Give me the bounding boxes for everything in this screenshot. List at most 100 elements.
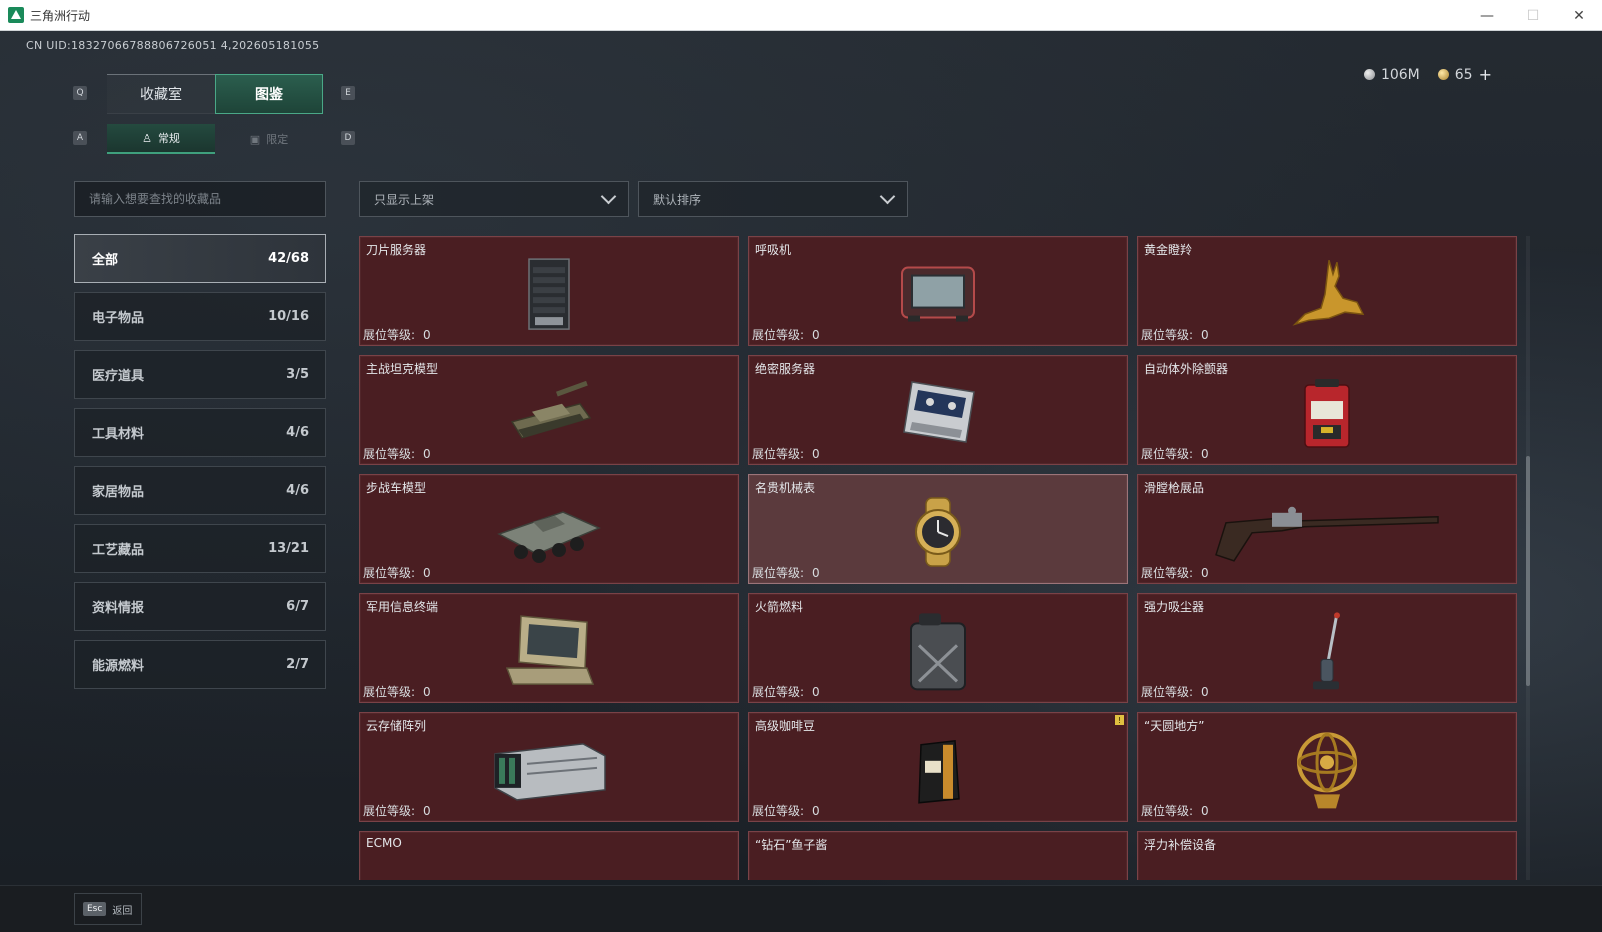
subtab-regular[interactable]: ♙ 常规 [107, 124, 215, 154]
ventilator-icon [901, 266, 975, 322]
item-card[interactable]: 滑膛枪展品 展位等级: 0 [1137, 474, 1517, 584]
item-name: 高级咖啡豆 [755, 719, 816, 733]
item-card[interactable]: 步战车模型 展位等级: 0 [359, 474, 739, 584]
booth-level: 展位等级: 0 [1141, 685, 1209, 699]
add-currency-button[interactable]: + [1479, 65, 1492, 84]
tab-collection-room[interactable]: 收藏室 [107, 74, 215, 114]
item-card[interactable]: “天圆地方” 展位等级: 0 [1137, 712, 1517, 822]
item-card[interactable]: 军用信息终端 展位等级: 0 [359, 593, 739, 703]
silver-coin-icon [1363, 69, 1375, 80]
booth-level: 展位等级: 0 [1141, 566, 1209, 580]
item-name: 自动体外除颤器 [1144, 362, 1229, 376]
gold-currency: 65 + [1437, 65, 1492, 84]
item-card[interactable]: “钻石”鱼子酱 [748, 831, 1128, 880]
item-name: 云存储阵列 [366, 719, 427, 733]
category-label: 工具材料 [92, 427, 145, 442]
category-electronics[interactable]: 电子物品 10/16 [74, 292, 326, 341]
item-grid: 刀片服务器 展位等级: 0 呼吸机 展位等级: 0 黄金瞪羚 展位等级: 0 主… [359, 236, 1517, 880]
subtab-limited-label: 限定 [266, 133, 289, 146]
booth-level: 展位等级: 0 [752, 566, 820, 580]
app-logo-icon [8, 7, 24, 23]
item-card[interactable]: 浮力补偿设备 [1137, 831, 1517, 880]
category-tools[interactable]: 工具材料 4/6 [74, 408, 326, 457]
uid-label: CN UID:18327066788806726051 4,2026051810… [26, 39, 320, 52]
window-controls: — ☐ ✕ [1464, 0, 1602, 31]
category-household[interactable]: 家居物品 4/6 [74, 466, 326, 515]
booth-level: 展位等级: 0 [363, 447, 431, 461]
item-name: 呼吸机 [755, 243, 792, 257]
category-all[interactable]: 全部 42/68 [74, 234, 326, 283]
item-card[interactable]: 强力吸尘器 展位等级: 0 [1137, 593, 1517, 703]
item-name: 黄金瞪羚 [1144, 243, 1193, 257]
category-energy[interactable]: 能源燃料 2/7 [74, 640, 326, 689]
search-input[interactable] [74, 181, 326, 217]
item-card[interactable]: 绝密服务器 展位等级: 0 [748, 355, 1128, 465]
category-count: 6/7 [286, 599, 309, 614]
tab-codex[interactable]: 图鉴 [215, 74, 323, 114]
maximize-button[interactable]: ☐ [1510, 0, 1556, 31]
item-name: 浮力补偿设备 [1144, 838, 1217, 852]
item-name: 绝密服务器 [755, 362, 816, 376]
item-card[interactable]: 刀片服务器 展位等级: 0 [359, 236, 739, 346]
grid-scrollbar-thumb[interactable] [1526, 456, 1530, 686]
secret-server-icon [903, 381, 975, 443]
item-name: 名贵机械表 [755, 481, 816, 495]
category-count: 3/5 [286, 367, 309, 382]
pawn-icon: ♙ [142, 131, 152, 145]
window-title: 三角洲行动 [30, 8, 91, 23]
item-name: 火箭燃料 [755, 600, 804, 614]
category-crafts[interactable]: 工艺藏品 13/21 [74, 524, 326, 573]
item-name: “钻石”鱼子酱 [755, 838, 828, 852]
category-count: 2/7 [286, 657, 309, 672]
item-name: 刀片服务器 [366, 243, 427, 257]
silver-currency: 106M [1363, 67, 1420, 83]
sort-dropdown[interactable]: 默认排序 [638, 181, 908, 217]
defibrillator-icon [1304, 379, 1350, 448]
item-card[interactable]: 名贵机械表 展位等级: 0 [748, 474, 1128, 584]
booth-level: 展位等级: 0 [1141, 804, 1209, 818]
item-card[interactable]: 火箭燃料 展位等级: 0 [748, 593, 1128, 703]
item-name: 主战坦克模型 [366, 362, 439, 376]
category-label: 资料情报 [92, 601, 145, 616]
booth-level: 展位等级: 0 [363, 804, 431, 818]
key-hint-a: A [73, 131, 87, 145]
item-card[interactable]: 自动体外除颤器 展位等级: 0 [1137, 355, 1517, 465]
item-card[interactable]: 高级咖啡豆 ! 展位等级: 0 [748, 712, 1128, 822]
item-name: 强力吸尘器 [1144, 600, 1205, 614]
armillary-icon [1297, 732, 1357, 809]
shelf-filter-dropdown[interactable]: 只显示上架 [359, 181, 629, 217]
sort-value: 默认排序 [653, 192, 702, 207]
storage-array-icon [494, 743, 606, 801]
main-tabs: 收藏室 图鉴 [107, 74, 323, 114]
category-count: 42/68 [268, 251, 309, 266]
image-icon: ▣ [249, 132, 261, 146]
item-card[interactable]: ECMO [359, 831, 739, 880]
close-button[interactable]: ✕ [1556, 0, 1602, 31]
booth-level: 展位等级: 0 [363, 685, 431, 699]
booth-level: 展位等级: 0 [363, 566, 431, 580]
category-medical[interactable]: 医疗道具 3/5 [74, 350, 326, 399]
booth-level: 展位等级: 0 [1141, 328, 1209, 342]
category-intel[interactable]: 资料情报 6/7 [74, 582, 326, 631]
item-name: ECMO [366, 836, 402, 850]
item-card[interactable]: 黄金瞪羚 展位等级: 0 [1137, 236, 1517, 346]
item-name: “天圆地方” [1144, 719, 1205, 733]
booth-level: 展位等级: 0 [752, 328, 820, 342]
back-button[interactable]: Esc 返回 [74, 893, 142, 925]
minimize-button[interactable]: — [1464, 0, 1510, 31]
subtab-limited[interactable]: ▣ 限定 [215, 124, 323, 154]
coffee-bag-icon [918, 739, 960, 804]
golden-gazelle-icon [1292, 259, 1365, 326]
item-card[interactable]: 呼吸机 展位等级: 0 [748, 236, 1128, 346]
gold-coin-icon [1437, 69, 1449, 80]
currency-bar: 106M 65 + [1363, 65, 1492, 84]
booth-level: 展位等级: 0 [363, 328, 431, 342]
category-label: 能源燃料 [92, 659, 145, 674]
item-card[interactable]: 云存储阵列 展位等级: 0 [359, 712, 739, 822]
booth-level: 展位等级: 0 [752, 447, 820, 461]
category-count: 4/6 [286, 425, 309, 440]
item-card[interactable]: 主战坦克模型 展位等级: 0 [359, 355, 739, 465]
item-name: 滑膛枪展品 [1144, 481, 1205, 495]
chevron-down-icon [600, 188, 617, 204]
chevron-down-icon [879, 188, 896, 204]
